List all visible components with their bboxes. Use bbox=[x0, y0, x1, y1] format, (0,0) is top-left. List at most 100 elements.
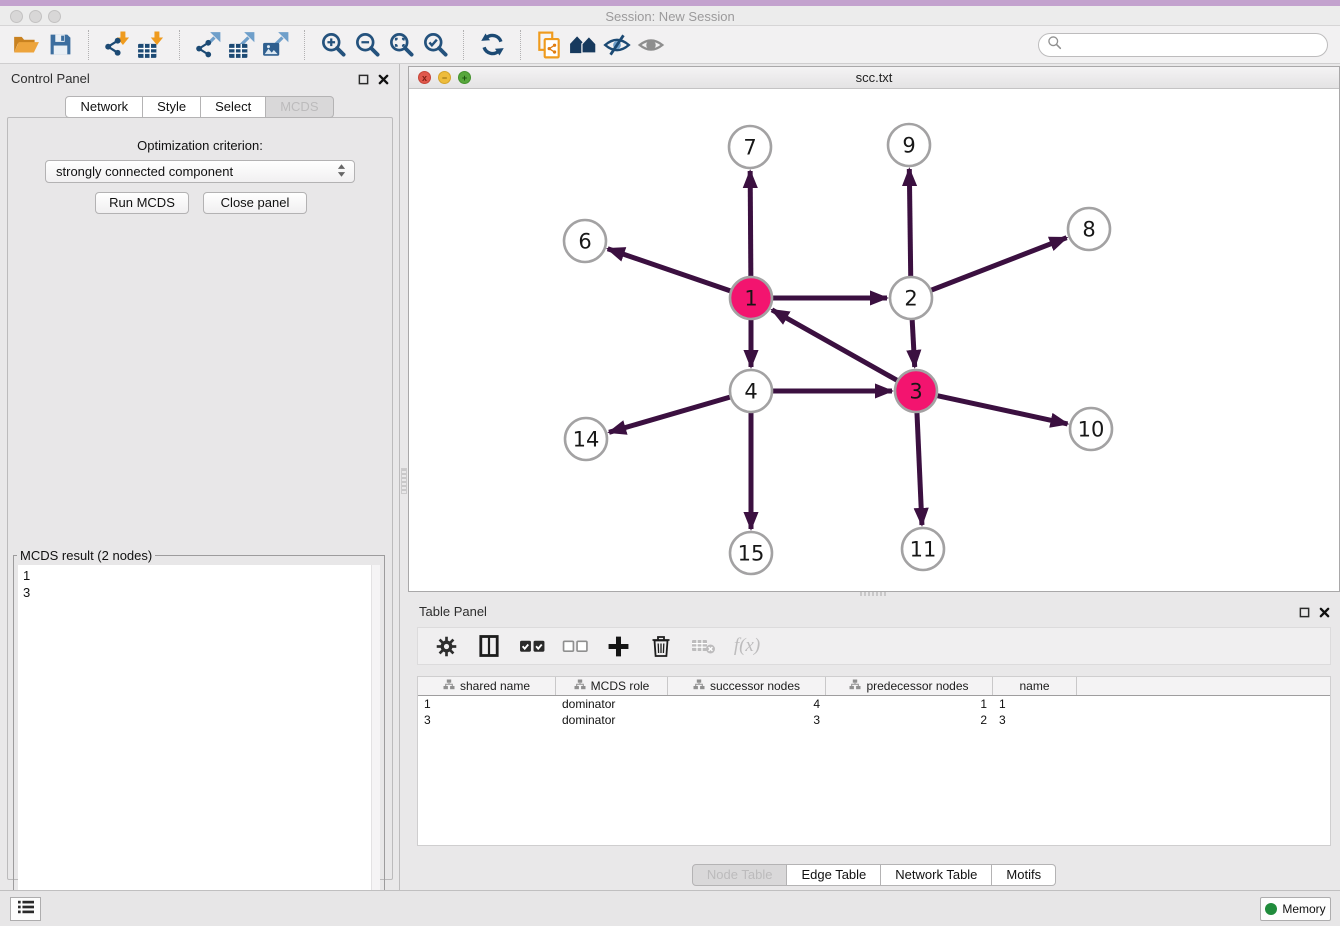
tab-network-table[interactable]: Network Table bbox=[881, 864, 992, 886]
delete-table-icon bbox=[689, 631, 719, 661]
edge-3-10[interactable] bbox=[929, 394, 1068, 424]
node-label: 4 bbox=[744, 380, 757, 404]
graph-node-6[interactable]: 6 bbox=[564, 220, 606, 262]
edge-2-9[interactable] bbox=[909, 169, 911, 285]
graph-node-8[interactable]: 8 bbox=[1068, 208, 1110, 250]
table-cell[interactable]: 3 bbox=[993, 712, 1077, 728]
table-cell[interactable]: dominator bbox=[556, 712, 668, 728]
tab-node-table[interactable]: Node Table bbox=[692, 864, 788, 886]
result-scrollbar[interactable] bbox=[371, 565, 380, 920]
duplicate-network-icon[interactable] bbox=[532, 29, 566, 61]
zoom-out-icon[interactable] bbox=[350, 29, 384, 61]
mcds-result-text[interactable]: 1 3 bbox=[18, 565, 380, 601]
function-builder-icon: f(x) bbox=[732, 631, 762, 661]
deselect-all-icon[interactable] bbox=[560, 631, 590, 661]
graph-node-2[interactable]: 2 bbox=[890, 277, 932, 319]
zoom-selected-icon[interactable] bbox=[418, 29, 452, 61]
edge-3-1[interactable] bbox=[772, 310, 905, 385]
trash-icon[interactable] bbox=[646, 631, 676, 661]
graph-node-15[interactable]: 15 bbox=[730, 532, 772, 574]
show-panel-icon[interactable] bbox=[634, 29, 668, 61]
network-graph-svg: 1 2 3 4 6 7 8 9 10 11 14 15 bbox=[409, 89, 1339, 591]
close-panel-icon[interactable] bbox=[378, 72, 389, 90]
import-network-icon[interactable] bbox=[100, 29, 134, 61]
select-all-icon[interactable] bbox=[517, 631, 547, 661]
zoom-fit-icon[interactable] bbox=[384, 29, 418, 61]
graph-node-9[interactable]: 9 bbox=[888, 124, 930, 166]
control-panel: Control Panel NetworkStyleSelectMCDS Opt… bbox=[0, 64, 400, 890]
home-icon[interactable] bbox=[566, 29, 600, 61]
export-network-icon[interactable] bbox=[191, 29, 225, 61]
tab-edge-table[interactable]: Edge Table bbox=[787, 864, 881, 886]
table-row[interactable]: 1dominator411 bbox=[418, 696, 1330, 712]
edge-2-8[interactable] bbox=[923, 238, 1067, 294]
toolbar-group bbox=[466, 29, 518, 61]
save-session-icon[interactable] bbox=[43, 29, 77, 61]
table-cell[interactable]: 2 bbox=[826, 712, 993, 728]
graph-node-10[interactable]: 10 bbox=[1070, 408, 1112, 450]
close-panel-icon[interactable] bbox=[1319, 605, 1330, 623]
table-cell[interactable]: 4 bbox=[668, 696, 826, 712]
table-cell[interactable]: 1 bbox=[826, 696, 993, 712]
column-header-shared-name[interactable]: shared name bbox=[418, 677, 556, 695]
hide-panel-icon[interactable] bbox=[600, 29, 634, 61]
splitter-grip[interactable] bbox=[401, 468, 407, 494]
apply-layout-icon[interactable] bbox=[475, 29, 509, 61]
table-cell[interactable]: 3 bbox=[418, 712, 556, 728]
export-image-icon[interactable] bbox=[259, 29, 293, 61]
column-label: shared name bbox=[460, 679, 530, 693]
graph-node-14[interactable]: 14 bbox=[565, 418, 607, 460]
edge-1-6[interactable] bbox=[608, 249, 739, 294]
criterion-select[interactable]: strongly connected component bbox=[45, 160, 355, 183]
memory-button[interactable]: Memory bbox=[1260, 897, 1331, 921]
search-box[interactable] bbox=[1038, 33, 1328, 57]
graph-node-3[interactable]: 3 bbox=[895, 370, 937, 412]
open-session-icon[interactable] bbox=[9, 29, 43, 61]
tab-style[interactable]: Style bbox=[143, 96, 201, 118]
table-cell[interactable]: 1 bbox=[418, 696, 556, 712]
toolbar-separator bbox=[463, 30, 464, 60]
edge-1-7[interactable] bbox=[750, 171, 751, 285]
node-label: 7 bbox=[743, 136, 756, 160]
gear-icon[interactable] bbox=[431, 631, 461, 661]
close-panel-button[interactable]: Close panel bbox=[203, 192, 307, 214]
float-panel-icon[interactable] bbox=[358, 72, 369, 90]
node-label: 10 bbox=[1078, 418, 1105, 442]
search-icon bbox=[1047, 35, 1062, 55]
node-label: 14 bbox=[573, 428, 600, 452]
import-table-icon[interactable] bbox=[134, 29, 168, 61]
table-cell[interactable]: 3 bbox=[668, 712, 826, 728]
graph-node-1[interactable]: 1 bbox=[730, 277, 772, 319]
splitter-grip[interactable] bbox=[860, 592, 886, 596]
select-stepper-icon bbox=[337, 163, 346, 181]
export-table-icon[interactable] bbox=[225, 29, 259, 61]
column-header-MCDS-role[interactable]: MCDS role bbox=[556, 677, 668, 695]
column-header-name[interactable]: name bbox=[993, 677, 1077, 695]
edge-4-14[interactable] bbox=[609, 395, 738, 433]
table-cell[interactable]: 1 bbox=[993, 696, 1077, 712]
column-header-successor-nodes[interactable]: successor nodes bbox=[668, 677, 826, 695]
tab-network[interactable]: Network bbox=[65, 96, 143, 118]
tab-select[interactable]: Select bbox=[201, 96, 266, 118]
column-header-predecessor-nodes[interactable]: predecessor nodes bbox=[826, 677, 993, 695]
task-history-button[interactable] bbox=[10, 897, 41, 921]
zoom-in-icon[interactable] bbox=[316, 29, 350, 61]
add-row-icon[interactable] bbox=[603, 631, 633, 661]
network-window-titlebar[interactable]: x − + scc.txt bbox=[409, 67, 1339, 89]
search-input[interactable] bbox=[1067, 38, 1327, 52]
tab-motifs[interactable]: Motifs bbox=[992, 864, 1056, 886]
run-mcds-button[interactable]: Run MCDS bbox=[95, 192, 189, 214]
table-row[interactable]: 3dominator323 bbox=[418, 712, 1330, 728]
columns-icon[interactable] bbox=[474, 631, 504, 661]
graph-node-4[interactable]: 4 bbox=[730, 370, 772, 412]
node-label: 6 bbox=[578, 230, 591, 254]
table-cell[interactable]: dominator bbox=[556, 696, 668, 712]
float-panel-icon[interactable] bbox=[1299, 605, 1310, 623]
vertical-splitter[interactable] bbox=[400, 64, 408, 890]
edge-3-11[interactable] bbox=[917, 404, 922, 525]
tab-mcds[interactable]: MCDS bbox=[266, 96, 333, 118]
table-toolbar: f(x) bbox=[417, 627, 1331, 665]
graph-node-11[interactable]: 11 bbox=[902, 528, 944, 570]
graph-node-7[interactable]: 7 bbox=[729, 126, 771, 168]
network-canvas[interactable]: 1 2 3 4 6 7 8 9 10 11 14 15 bbox=[409, 89, 1339, 591]
